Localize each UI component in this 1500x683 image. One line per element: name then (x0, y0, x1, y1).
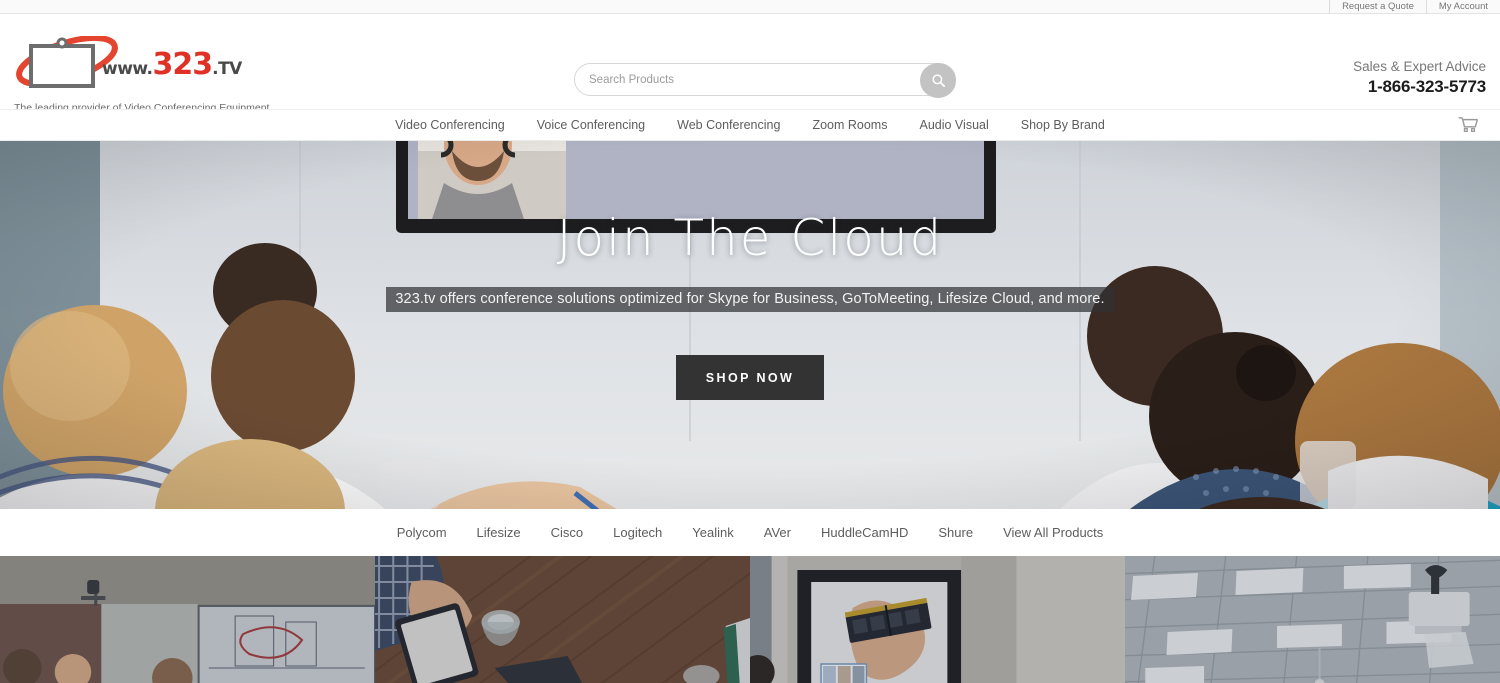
tile-4-image (1125, 556, 1500, 683)
hero-banner: Join The Cloud 323.tv offers conference … (0, 141, 1500, 509)
shopping-cart-icon (1458, 117, 1478, 132)
cart-button[interactable] (1458, 116, 1480, 134)
search-box (574, 63, 956, 98)
site-logo[interactable]: www.323.TV (14, 36, 294, 91)
shop-now-button[interactable]: SHOP NOW (676, 355, 824, 400)
brand-link-view-all-products[interactable]: View All Products (988, 525, 1118, 540)
logo-mark: www.323.TV (14, 36, 289, 91)
request-a-quote-link[interactable]: Request a Quote (1329, 0, 1426, 14)
brand-link-lifesize[interactable]: Lifesize (462, 525, 536, 540)
brand-link-aver[interactable]: AVer (749, 525, 806, 540)
nav-item-audio-visual[interactable]: Audio Visual (903, 118, 1004, 132)
search-area (574, 63, 956, 98)
brand-link-logitech[interactable]: Logitech (598, 525, 677, 540)
brand-link-shure[interactable]: Shure (923, 525, 988, 540)
request-a-quote-label: Request a Quote (1342, 1, 1414, 13)
nav-item-video-conferencing[interactable]: Video Conferencing (379, 118, 521, 132)
nav-item-voice-conferencing[interactable]: Voice Conferencing (521, 118, 661, 132)
hero-overlay: Join The Cloud 323.tv offers conference … (0, 141, 1500, 509)
utility-topbar: Request a Quote My Account (0, 0, 1500, 14)
brand-link-cisco[interactable]: Cisco (536, 525, 599, 540)
tile-1-image (0, 556, 375, 683)
sales-phone-number[interactable]: 1-866-323-5773 (1353, 76, 1486, 98)
search-input[interactable] (575, 64, 915, 95)
feature-tiles (0, 556, 1500, 683)
tile-tablet-on-wood-table[interactable] (375, 556, 750, 683)
brand-link-polycom[interactable]: Polycom (382, 525, 462, 540)
nav-item-zoom-rooms[interactable]: Zoom Rooms (796, 118, 903, 132)
nav-item-web-conferencing[interactable]: Web Conferencing (661, 118, 796, 132)
search-submit-button[interactable] (920, 63, 956, 98)
tile-conference-room-whiteboard[interactable] (0, 556, 375, 683)
sales-contact: Sales & Expert Advice 1-866-323-5773 (1353, 58, 1486, 98)
sales-label: Sales & Expert Advice (1353, 59, 1486, 74)
hero-subtitle: 323.tv offers conference solutions optim… (386, 287, 1114, 312)
logo-www-text: www. (102, 59, 153, 79)
logo-wordmark: www.323.TV (102, 50, 242, 80)
tile-hand-holding-module[interactable] (750, 556, 1125, 683)
site-header: www.323.TV The leading provider of Video… (0, 14, 1500, 114)
tile-3-image (750, 556, 1125, 683)
tile-ceiling-projector[interactable] (1125, 556, 1500, 683)
hero-title: Join The Cloud (556, 209, 944, 267)
logo-brand-text: 323 (152, 47, 214, 82)
brand-links-bar: Polycom Lifesize Cisco Logitech Yealink … (0, 509, 1500, 556)
brand-link-yealink[interactable]: Yealink (677, 525, 748, 540)
my-account-link[interactable]: My Account (1425, 0, 1500, 14)
nav-item-shop-by-brand[interactable]: Shop By Brand (1005, 118, 1121, 132)
tile-2-image (375, 556, 750, 683)
my-account-label: My Account (1438, 1, 1488, 13)
logo-tld-text: .TV (212, 59, 242, 79)
search-icon (931, 74, 945, 88)
main-navigation: Video Conferencing Voice Conferencing We… (0, 109, 1500, 141)
brand-link-huddlecamhd[interactable]: HuddleCamHD (806, 525, 923, 540)
